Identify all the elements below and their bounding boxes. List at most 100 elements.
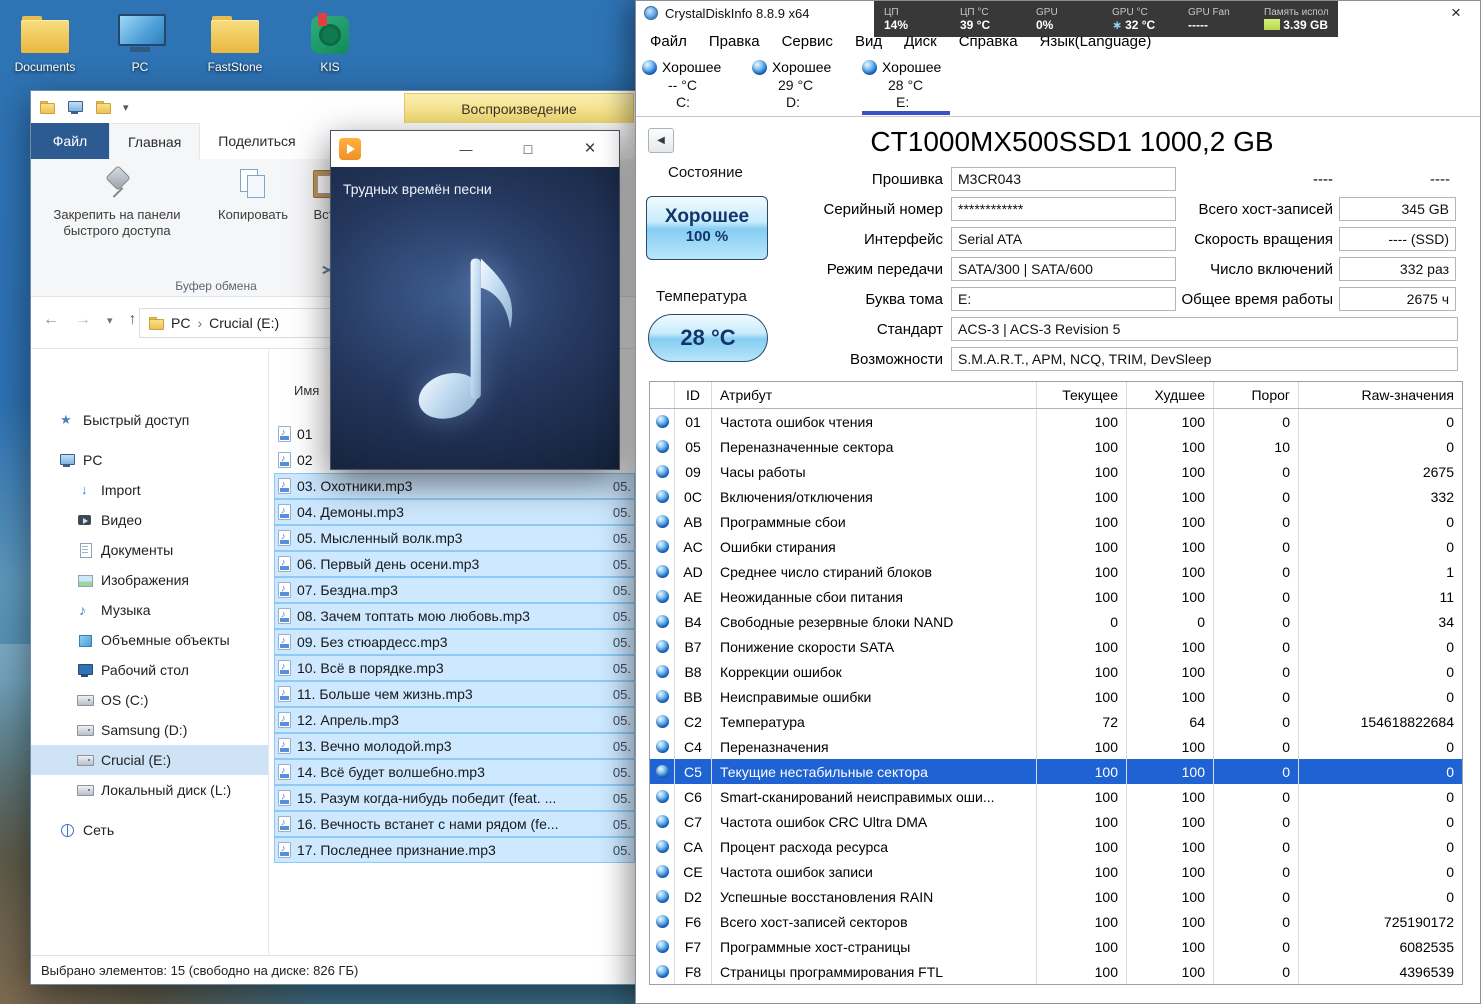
- player-app-icon[interactable]: [339, 138, 361, 160]
- menu-item[interactable]: Правка: [709, 33, 760, 50]
- smart-row[interactable]: B7 Понижение скорости SATA 100 100 0 0: [650, 634, 1462, 659]
- sidebar-item[interactable]: Изображения: [31, 565, 268, 595]
- file-row[interactable]: 09. Без стюардесс.mp3 05.: [274, 629, 635, 655]
- smart-row[interactable]: B8 Коррекции ошибок 100 100 0 0: [650, 659, 1462, 684]
- sidebar-item[interactable]: OS (C:): [31, 685, 268, 715]
- breadcrumb-root[interactable]: PC: [171, 315, 190, 331]
- smart-row[interactable]: C5 Текущие нестабильные сектора 100 100 …: [650, 759, 1462, 784]
- file-row[interactable]: 04. Демоны.mp3 05.: [274, 499, 635, 525]
- folder-icon[interactable]: [39, 99, 55, 115]
- desktop-icon[interactable]: Documents: [5, 8, 85, 74]
- info-value-field[interactable]: ----: [1339, 167, 1456, 191]
- smart-row[interactable]: 0C Включения/отключения 100 100 0 332: [650, 484, 1462, 509]
- file-row[interactable]: 10. Всё в порядке.mp3 05.: [274, 655, 635, 681]
- info-value-field[interactable]: ACS-3 | ACS-3 Revision 5: [951, 317, 1458, 341]
- file-row[interactable]: 17. Последнее признание.mp3 05.: [274, 837, 635, 863]
- info-value-field[interactable]: 332 раз: [1339, 257, 1456, 281]
- computer-icon[interactable]: [67, 99, 83, 115]
- column-header-name[interactable]: Имя: [294, 383, 319, 398]
- smart-row[interactable]: B4 Свободные резервные блоки NAND 0 0 0 …: [650, 609, 1462, 634]
- file-row[interactable]: 03. Охотники.mp3 05.: [274, 473, 635, 499]
- sidebar-item[interactable]: Музыка: [31, 595, 268, 625]
- folder-icon[interactable]: [95, 99, 111, 115]
- smart-row[interactable]: 05 Переназначенные сектора 100 100 10 0: [650, 434, 1462, 459]
- smart-row[interactable]: 01 Частота ошибок чтения 100 100 0 0: [650, 409, 1462, 434]
- tab-playback[interactable]: Воспроизведение: [404, 93, 634, 123]
- file-row[interactable]: 12. Апрель.mp3 05.: [274, 707, 635, 733]
- pin-to-quick-access-button[interactable]: Закрепить на панели быстрого доступа: [33, 167, 201, 239]
- smart-raw: 0: [1446, 788, 1454, 805]
- menu-item[interactable]: Файл: [650, 33, 687, 50]
- file-row[interactable]: 15. Разум когда-нибудь победит (feat. ..…: [274, 785, 635, 811]
- smart-row[interactable]: AE Неожиданные сбои питания 100 100 0 11: [650, 584, 1462, 609]
- smart-row[interactable]: CE Частота ошибок записи 100 100 0 0: [650, 859, 1462, 884]
- file-row[interactable]: 08. Зачем топтать мою любовь.mp3 05.: [274, 603, 635, 629]
- up-arrow-icon[interactable]: [129, 311, 137, 329]
- sidebar-item[interactable]: Объемные объекты: [31, 625, 268, 655]
- file-row[interactable]: 13. Вечно молодой.mp3 05.: [274, 733, 635, 759]
- info-value-field[interactable]: 345 GB: [1339, 197, 1456, 221]
- file-row[interactable]: 14. Всё будет волшебно.mp3 05.: [274, 759, 635, 785]
- info-value-field[interactable]: M3CR043: [951, 167, 1176, 191]
- smart-attribute: Свободные резервные блоки NAND: [712, 609, 1037, 634]
- info-value-field[interactable]: 2675 ч: [1339, 287, 1456, 311]
- smart-row[interactable]: 09 Часы работы 100 100 0 2675: [650, 459, 1462, 484]
- copy-button[interactable]: Копировать: [203, 167, 303, 223]
- tab-file[interactable]: Файл: [31, 123, 109, 159]
- back-button[interactable]: [648, 128, 674, 153]
- menu-item[interactable]: Сервис: [782, 33, 833, 50]
- info-value-field[interactable]: S.M.A.R.T., APM, NCQ, TRIM, DevSleep: [951, 347, 1458, 371]
- ribbon-tab[interactable]: Поделиться: [200, 123, 313, 159]
- info-label: Прошивка: [871, 170, 943, 188]
- file-row[interactable]: 07. Бездна.mp3 05.: [274, 577, 635, 603]
- sidebar-item[interactable]: Сеть: [31, 815, 268, 845]
- smart-row[interactable]: BB Неисправимые ошибки 100 100 0 0: [650, 684, 1462, 709]
- sidebar-item[interactable]: Crucial (E:): [31, 745, 268, 775]
- breadcrumb-current[interactable]: Crucial (E:): [209, 315, 279, 331]
- info-value-field[interactable]: ---- (SSD): [1339, 227, 1456, 251]
- sidebar-item[interactable]: Документы: [31, 535, 268, 565]
- desktop-icon[interactable]: KIS: [290, 8, 370, 74]
- file-row[interactable]: 11. Больше чем жизнь.mp3 05.: [274, 681, 635, 707]
- ribbon-tab[interactable]: Главная: [109, 123, 201, 159]
- info-value-field[interactable]: SATA/300 | SATA/600: [951, 257, 1176, 281]
- smart-row[interactable]: CA Процент расхода ресурса 100 100 0 0: [650, 834, 1462, 859]
- sidebar-item[interactable]: Локальный диск (L:): [31, 775, 268, 805]
- smart-row[interactable]: AD Среднее число стираний блоков 100 100…: [650, 559, 1462, 584]
- file-row[interactable]: 16. Вечность встанет с нами рядом (fe...…: [274, 811, 635, 837]
- desktop-icon[interactable]: FastStone: [195, 8, 275, 74]
- smart-row[interactable]: C6 Smart-сканирований неисправимых оши..…: [650, 784, 1462, 809]
- smart-row[interactable]: F7 Программные хост-страницы 100 100 0 6…: [650, 934, 1462, 959]
- smart-row[interactable]: F6 Всего хост-записей секторов 100 100 0…: [650, 909, 1462, 934]
- close-button[interactable]: [1440, 3, 1472, 23]
- desktop-icon[interactable]: PC: [100, 8, 180, 74]
- smart-row[interactable]: D2 Успешные восстановления RAIN 100 100 …: [650, 884, 1462, 909]
- chevron-down-icon[interactable]: [123, 98, 129, 116]
- sidebar-item[interactable]: PC: [31, 445, 268, 475]
- file-row[interactable]: 05. Мысленный волк.mp3 05.: [274, 525, 635, 551]
- sidebar-item[interactable]: Рабочий стол: [31, 655, 268, 685]
- info-value-field[interactable]: E:: [951, 287, 1176, 311]
- history-chevron-icon[interactable]: [107, 311, 113, 329]
- sidebar-item[interactable]: Видео: [31, 505, 268, 535]
- smart-row[interactable]: AC Ошибки стирания 100 100 0 0: [650, 534, 1462, 559]
- sidebar-item[interactable]: Samsung (D:): [31, 715, 268, 745]
- drive-tab[interactable]: Хорошее 28 °C E:: [862, 55, 958, 116]
- sidebar-item[interactable]: Быстрый доступ: [31, 405, 268, 435]
- minimize-button[interactable]: [445, 131, 487, 167]
- smart-row[interactable]: C7 Частота ошибок CRC Ultra DMA 100 100 …: [650, 809, 1462, 834]
- smart-row[interactable]: F8 Страницы программирования FTL 100 100…: [650, 959, 1462, 984]
- info-value-field[interactable]: ************: [951, 197, 1176, 221]
- file-row[interactable]: 06. Первый день осени.mp3 05.: [274, 551, 635, 577]
- smart-row[interactable]: C4 Переназначения 100 100 0 0: [650, 734, 1462, 759]
- maximize-button[interactable]: [507, 131, 549, 167]
- info-value-field[interactable]: Serial ATA: [951, 227, 1176, 251]
- smart-row[interactable]: AB Программные сбои 100 100 0 0: [650, 509, 1462, 534]
- sidebar-item[interactable]: Import: [31, 475, 268, 505]
- forward-arrow-icon[interactable]: [75, 311, 91, 329]
- back-arrow-icon[interactable]: [43, 311, 59, 329]
- drive-tab[interactable]: Хорошее 29 °C D:: [752, 55, 848, 116]
- smart-row[interactable]: C2 Температура 72 64 0 154618822684: [650, 709, 1462, 734]
- close-button[interactable]: [569, 131, 611, 167]
- drive-tab[interactable]: Хорошее -- °C C:: [642, 55, 738, 116]
